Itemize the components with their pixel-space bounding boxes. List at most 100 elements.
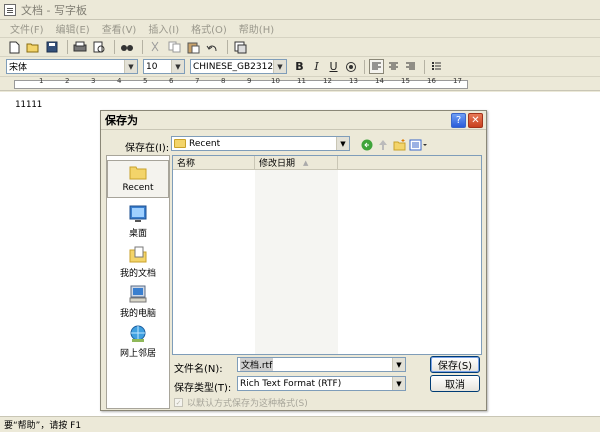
- status-text: 要“帮助”，请按 F1: [4, 421, 82, 431]
- place-desktop[interactable]: 桌面: [107, 204, 169, 239]
- chevron-down-icon[interactable]: ▼: [124, 60, 137, 73]
- chevron-down-icon[interactable]: ▼: [336, 137, 349, 150]
- bold-button[interactable]: B: [292, 59, 307, 74]
- copy-icon[interactable]: [166, 40, 182, 55]
- ruler[interactable]: 1 2 3 4 5 6 7 8 9 10 11 12 13 14 15 16 1…: [0, 77, 600, 91]
- color-icon[interactable]: [343, 59, 358, 74]
- ruler-mark: 15: [401, 77, 410, 85]
- filename-label: 文件名(N):: [174, 364, 223, 375]
- undo-icon[interactable]: [204, 40, 220, 55]
- menu-insert[interactable]: 插入(I): [142, 21, 185, 36]
- recent-icon: [128, 161, 148, 181]
- place-my-computer[interactable]: 我的电脑: [107, 284, 169, 319]
- place-network[interactable]: 网上邻居: [107, 324, 169, 359]
- cancel-button[interactable]: 取消: [430, 375, 480, 392]
- menu-view[interactable]: 查看(V): [96, 21, 143, 36]
- toolbar-separator: [364, 59, 365, 74]
- print-preview-icon[interactable]: [91, 40, 107, 55]
- wordpad-icon: [4, 3, 16, 16]
- file-list[interactable]: 名称 修改日期 ▲: [172, 155, 482, 355]
- chevron-down-icon[interactable]: ▼: [171, 60, 184, 73]
- save-button[interactable]: 保存(S): [430, 356, 480, 373]
- my-computer-icon: [128, 284, 148, 304]
- toolbar-separator: [227, 40, 228, 54]
- my-documents-icon: [128, 244, 148, 264]
- sort-arrow-icon: ▲: [303, 158, 309, 167]
- chevron-down-icon[interactable]: ▼: [273, 60, 286, 73]
- date-time-icon[interactable]: [232, 40, 248, 55]
- font-size-select[interactable]: 10 ▼: [143, 59, 185, 74]
- save-in-select[interactable]: Recent ▼: [171, 136, 350, 151]
- new-icon[interactable]: [6, 40, 22, 55]
- font-size-value: 10: [146, 61, 158, 72]
- save-as-dialog: 保存为 ? ✕ 保存在(I): Recent ▼ Recent 桌面 我的文档 …: [100, 110, 487, 411]
- ruler-mark: 7: [195, 77, 200, 85]
- dialog-title: 保存为: [105, 114, 138, 127]
- toolbar-separator: [114, 40, 115, 54]
- print-icon[interactable]: [72, 40, 88, 55]
- menu-file[interactable]: 文件(F): [4, 21, 50, 36]
- close-button[interactable]: ✕: [468, 113, 483, 128]
- place-recent[interactable]: Recent: [107, 160, 169, 198]
- network-icon: [128, 324, 148, 344]
- underline-button[interactable]: U: [326, 59, 341, 74]
- find-icon[interactable]: [119, 40, 135, 55]
- filename-input[interactable]: 文档.rtf ▼: [237, 357, 406, 372]
- back-icon[interactable]: [360, 138, 374, 151]
- column-label: 名称: [177, 159, 196, 169]
- filetype-select[interactable]: Rich Text Format (RTF) ▼: [237, 376, 406, 391]
- toolbar-separator: [142, 40, 143, 54]
- filetype-value: Rich Text Format (RTF): [240, 378, 342, 389]
- ruler-mark: 8: [221, 77, 226, 85]
- align-center-icon[interactable]: [386, 59, 401, 74]
- desktop-icon: [128, 204, 148, 224]
- ruler-mark: 4: [117, 77, 122, 85]
- default-format-checkbox[interactable]: ✓ 以默认方式保存为这种格式(S): [174, 396, 308, 409]
- place-label: 桌面: [128, 229, 147, 239]
- folder-icon: [174, 139, 186, 148]
- column-date-modified[interactable]: 修改日期 ▲: [255, 156, 338, 170]
- chevron-down-icon[interactable]: ▼: [392, 377, 405, 390]
- places-bar: Recent 桌面 我的文档 我的电脑 网上邻居: [106, 155, 170, 409]
- ruler-mark: 6: [169, 77, 174, 85]
- menu-help[interactable]: 帮助(H): [233, 21, 280, 36]
- place-label: 网上邻居: [119, 349, 156, 359]
- align-left-icon[interactable]: [369, 59, 384, 74]
- title-bar: 文档 - 写字板: [0, 0, 600, 20]
- bullets-icon[interactable]: [429, 59, 444, 74]
- open-icon[interactable]: [25, 40, 41, 55]
- up-folder-icon[interactable]: [376, 138, 390, 151]
- italic-button[interactable]: I: [309, 59, 324, 74]
- column-label: 修改日期: [259, 159, 296, 169]
- ruler-mark: 9: [247, 77, 252, 85]
- checkbox-box[interactable]: ✓: [174, 398, 183, 407]
- save-in-label: 保存在(I):: [125, 143, 170, 154]
- cut-icon[interactable]: [147, 40, 163, 55]
- standard-toolbar: [0, 38, 600, 57]
- window-title: 文档 - 写字板: [21, 3, 87, 17]
- column-empty: [338, 156, 481, 170]
- chevron-down-icon[interactable]: ▼: [392, 358, 405, 371]
- view-menu-icon[interactable]: [408, 138, 428, 151]
- ruler-mark: 11: [297, 77, 306, 85]
- place-label: 我的文档: [119, 269, 156, 279]
- save-icon[interactable]: [44, 40, 60, 55]
- filetype-label: 保存类型(T):: [174, 383, 232, 394]
- menu-edit[interactable]: 编辑(E): [50, 21, 96, 36]
- menu-format[interactable]: 格式(O): [185, 21, 233, 36]
- script-select[interactable]: CHINESE_GB2312 ▼: [190, 59, 287, 74]
- column-name[interactable]: 名称: [173, 156, 255, 170]
- dialog-title-bar[interactable]: 保存为: [101, 111, 486, 130]
- place-label: Recent: [122, 183, 154, 193]
- ruler-mark: 1: [39, 77, 44, 85]
- help-button[interactable]: ?: [451, 113, 466, 128]
- ruler-mark: 5: [143, 77, 148, 85]
- place-my-documents[interactable]: 我的文档: [107, 244, 169, 279]
- checkbox-label: 以默认方式保存为这种格式(S): [187, 399, 308, 409]
- align-right-icon[interactable]: [403, 59, 418, 74]
- place-label: 我的电脑: [119, 309, 156, 319]
- sorted-column-shade: [255, 170, 338, 354]
- paste-icon[interactable]: [185, 40, 201, 55]
- new-folder-icon[interactable]: [392, 138, 406, 151]
- font-name-select[interactable]: 宋体 ▼: [6, 59, 138, 74]
